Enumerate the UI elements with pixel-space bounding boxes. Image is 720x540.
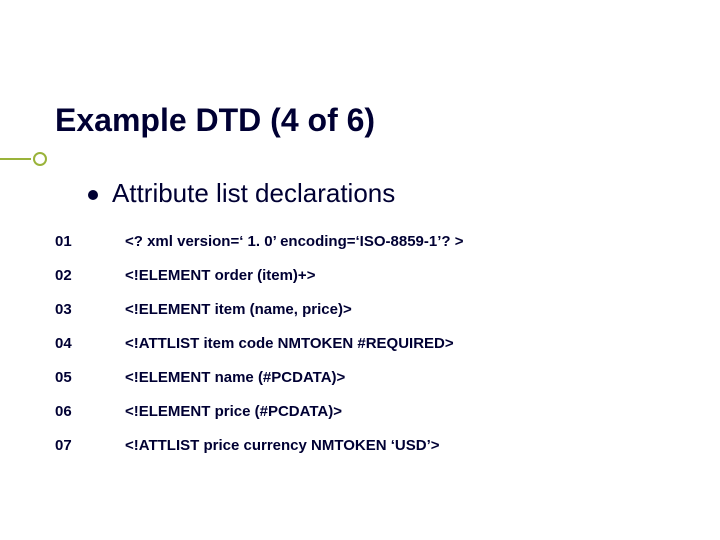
code-row: 03 <!ELEMENT item (name, price)>	[55, 293, 665, 327]
line-number: 07	[55, 437, 125, 454]
code-row: 01 <? xml version=‘ 1. 0’ encoding=‘ISO-…	[55, 225, 665, 259]
line-content: <!ATTLIST price currency NMTOKEN ‘USD’>	[125, 437, 440, 454]
code-row: 04 <!ATTLIST item code NMTOKEN #REQUIRED…	[55, 327, 665, 361]
line-number: 03	[55, 301, 125, 318]
accent-line	[0, 158, 31, 160]
line-number: 02	[55, 267, 125, 284]
line-content: <? xml version=‘ 1. 0’ encoding=‘ISO-885…	[125, 233, 463, 250]
line-number: 05	[55, 369, 125, 386]
slide: Example DTD (4 of 6) Attribute list decl…	[0, 0, 720, 540]
slide-title: Example DTD (4 of 6)	[55, 102, 375, 139]
code-row: 07 <!ATTLIST price currency NMTOKEN ‘USD…	[55, 429, 665, 463]
line-content: <!ELEMENT item (name, price)>	[125, 301, 352, 318]
line-content: <!ELEMENT price (#PCDATA)>	[125, 403, 342, 420]
bullet-icon	[88, 190, 98, 200]
line-content: <!ELEMENT name (#PCDATA)>	[125, 369, 345, 386]
subtitle-text: Attribute list declarations	[112, 178, 395, 209]
line-number: 04	[55, 335, 125, 352]
code-row: 02 <!ELEMENT order (item)+>	[55, 259, 665, 293]
accent-circle-icon	[33, 152, 47, 166]
code-table: 01 <? xml version=‘ 1. 0’ encoding=‘ISO-…	[55, 225, 665, 463]
code-row: 06 <!ELEMENT price (#PCDATA)>	[55, 395, 665, 429]
line-content: <!ATTLIST item code NMTOKEN #REQUIRED>	[125, 335, 454, 352]
subtitle-row: Attribute list declarations	[88, 178, 395, 209]
line-number: 06	[55, 403, 125, 420]
line-content: <!ELEMENT order (item)+>	[125, 267, 315, 284]
line-number: 01	[55, 233, 125, 250]
code-row: 05 <!ELEMENT name (#PCDATA)>	[55, 361, 665, 395]
